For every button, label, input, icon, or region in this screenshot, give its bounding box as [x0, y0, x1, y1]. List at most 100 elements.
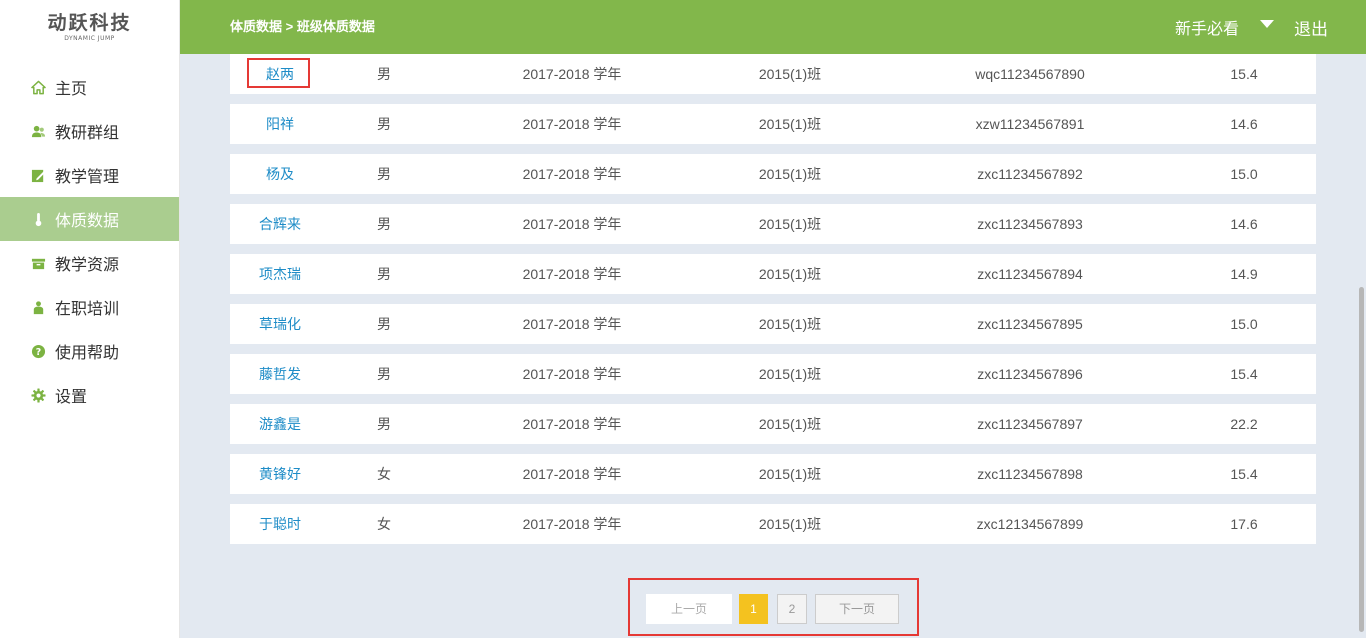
- logo-text: 动跃科技: [47, 11, 132, 34]
- student-name-link[interactable]: 项杰瑞: [230, 254, 330, 294]
- score-value: 15.0: [1230, 166, 1258, 182]
- student-name-link[interactable]: 阳祥: [230, 104, 330, 144]
- page-1-button[interactable]: 1: [739, 594, 768, 624]
- sidebar-item-label: 使用帮助: [55, 345, 120, 362]
- top-header: 体质数据 > 班级体质数据 新手必看 退出: [180, 0, 1366, 54]
- sidebar: 动跃科技 DYNAMIC JUMP 主页 教研群组 教学管理 体质数据 教学资源…: [0, 0, 180, 638]
- next-page-button[interactable]: 下一页: [815, 594, 899, 624]
- school-year: 2017-2018 学年: [522, 416, 622, 432]
- caret-down-icon[interactable]: [1260, 20, 1274, 28]
- scrollbar-thumb[interactable]: [1359, 287, 1364, 632]
- class-name: 2015(1)班: [758, 366, 822, 382]
- sidebar-item-label: 体质数据: [55, 213, 120, 230]
- school-year: 2017-2018 学年: [522, 166, 622, 182]
- sidebar-item-label: 教学资源: [55, 257, 120, 274]
- page-2-button[interactable]: 2: [777, 594, 807, 624]
- student-id: zxc11234567893: [977, 216, 1083, 232]
- student-sex: 男: [377, 166, 391, 182]
- sidebar-item-home[interactable]: 主页: [0, 65, 179, 109]
- class-name: 2015(1)班: [758, 466, 822, 482]
- sidebar-item-training[interactable]: 在职培训: [0, 285, 179, 329]
- score-value: 17.6: [1230, 516, 1258, 532]
- school-year: 2017-2018 学年: [522, 466, 622, 482]
- sidebar-item-physical-data[interactable]: 体质数据: [0, 197, 179, 241]
- breadcrumb: 体质数据 > 班级体质数据: [230, 19, 375, 34]
- sidebar-item-label: 教学管理: [55, 169, 120, 186]
- student-id: xzw11234567891: [975, 116, 1085, 132]
- sidebar-item-settings[interactable]: 设置: [0, 373, 179, 417]
- student-name-link[interactable]: 藤哲发: [230, 354, 330, 394]
- header-actions: 新手必看 退出: [1175, 0, 1328, 54]
- school-year: 2017-2018 学年: [522, 66, 622, 82]
- student-name-link[interactable]: 草瑞化: [230, 304, 330, 344]
- class-name: 2015(1)班: [758, 266, 822, 282]
- score-value: 22.2: [1230, 416, 1258, 432]
- student-id: wqc11234567890: [975, 66, 1085, 82]
- table-row: 项杰瑞 男 2017-2018 学年 2015(1)班 zxc112345678…: [230, 254, 1316, 294]
- student-sex: 女: [377, 466, 391, 482]
- sidebar-item-label: 教研群组: [55, 125, 120, 142]
- score-value: 15.4: [1230, 466, 1258, 482]
- sidebar-item-teaching-resources[interactable]: 教学资源: [0, 241, 179, 285]
- logo[interactable]: 动跃科技 DYNAMIC JUMP: [0, 0, 179, 54]
- help-icon: ?: [30, 343, 46, 359]
- student-name-link[interactable]: 合辉来: [230, 204, 330, 244]
- student-id: zxc11234567897: [977, 416, 1083, 432]
- logout-button[interactable]: 退出: [1294, 15, 1328, 40]
- sidebar-item-label: 在职培训: [55, 301, 120, 318]
- school-year: 2017-2018 学年: [522, 266, 622, 282]
- score-value: 14.9: [1230, 266, 1258, 282]
- student-sex: 男: [377, 316, 391, 332]
- student-sex: 男: [377, 416, 391, 432]
- class-name: 2015(1)班: [758, 516, 822, 532]
- class-name: 2015(1)班: [758, 66, 822, 82]
- trainer-icon: [30, 299, 46, 315]
- table-row: 赵两 男 2017-2018 学年 2015(1)班 wqc1123456789…: [230, 54, 1316, 94]
- table-row: 游鑫是 男 2017-2018 学年 2015(1)班 zxc112345678…: [230, 404, 1316, 444]
- thermometer-icon: [30, 211, 46, 227]
- school-year: 2017-2018 学年: [522, 316, 622, 332]
- logo-subtext: DYNAMIC JUMP: [64, 34, 115, 42]
- student-id: zxc11234567892: [977, 166, 1083, 182]
- score-value: 14.6: [1230, 216, 1258, 232]
- sidebar-item-research-group[interactable]: 教研群组: [0, 109, 179, 153]
- score-value: 15.4: [1230, 366, 1258, 382]
- class-name: 2015(1)班: [758, 116, 822, 132]
- table-row: 合辉来 男 2017-2018 学年 2015(1)班 zxc112345678…: [230, 204, 1316, 244]
- prev-page-button[interactable]: 上一页: [646, 594, 732, 624]
- student-sex: 男: [377, 366, 391, 382]
- student-sex: 男: [377, 266, 391, 282]
- student-sex: 男: [377, 216, 391, 232]
- student-name-link[interactable]: 赵两: [230, 54, 330, 94]
- student-id: zxc11234567898: [977, 466, 1083, 482]
- table-row: 藤哲发 男 2017-2018 学年 2015(1)班 zxc112345678…: [230, 354, 1316, 394]
- box-icon: [30, 255, 46, 271]
- score-value: 15.4: [1230, 66, 1258, 82]
- student-name-link[interactable]: 杨及: [230, 154, 330, 194]
- student-id: zxc11234567895: [977, 316, 1083, 332]
- sidebar-item-label: 设置: [55, 389, 88, 406]
- student-id: zxc11234567894: [977, 266, 1083, 282]
- sidebar-item-help[interactable]: ? 使用帮助: [0, 329, 179, 373]
- school-year: 2017-2018 学年: [522, 216, 622, 232]
- table-row: 阳祥 男 2017-2018 学年 2015(1)班 xzw1123456789…: [230, 104, 1316, 144]
- student-sex: 男: [377, 116, 391, 132]
- edit-icon: [30, 167, 46, 183]
- class-name: 2015(1)班: [758, 316, 822, 332]
- table-row: 草瑞化 男 2017-2018 学年 2015(1)班 zxc112345678…: [230, 304, 1316, 344]
- student-name-link[interactable]: 黄锋好: [230, 454, 330, 494]
- home-icon: [30, 79, 46, 95]
- student-id: zxc12134567899: [976, 516, 1084, 532]
- sidebar-nav: 主页 教研群组 教学管理 体质数据 教学资源 在职培训 ? 使用帮助 设置: [0, 65, 179, 417]
- student-name-link[interactable]: 于聪时: [230, 504, 330, 544]
- student-name-link[interactable]: 游鑫是: [230, 404, 330, 444]
- sidebar-item-teaching-management[interactable]: 教学管理: [0, 153, 179, 197]
- class-name: 2015(1)班: [758, 216, 822, 232]
- score-value: 15.0: [1230, 316, 1258, 332]
- student-sex: 女: [377, 516, 391, 532]
- sidebar-item-label: 主页: [55, 81, 88, 98]
- student-sex: 男: [377, 66, 391, 82]
- school-year: 2017-2018 学年: [522, 516, 622, 532]
- beginner-guide-link[interactable]: 新手必看: [1175, 15, 1239, 39]
- student-id: zxc11234567896: [977, 366, 1083, 382]
